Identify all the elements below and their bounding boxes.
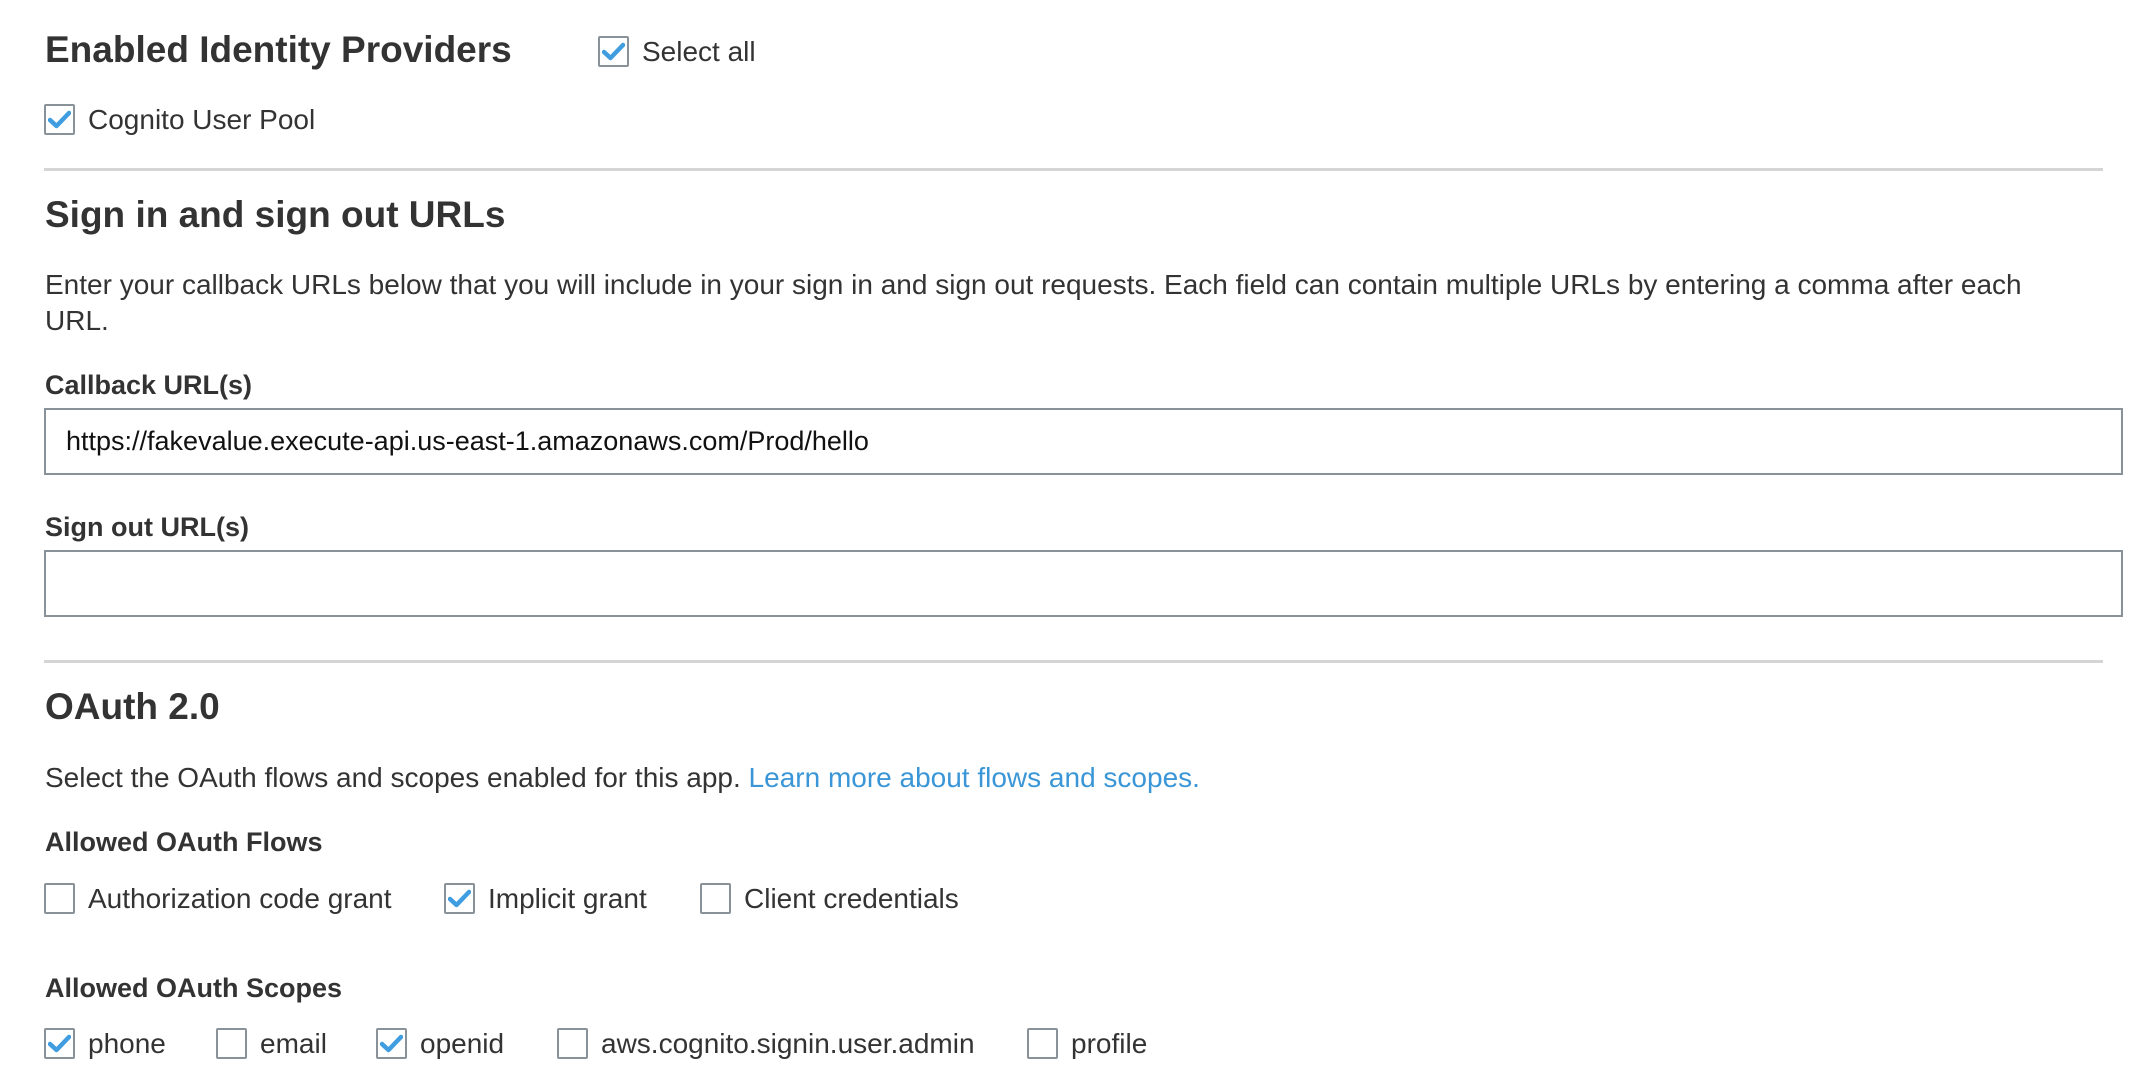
- flow-label: Client credentials: [744, 882, 959, 914]
- flow-checkbox-box[interactable]: [700, 883, 731, 914]
- checkmark-icon: [380, 1034, 403, 1053]
- scope-label: aws.cognito.signin.user.admin: [601, 1027, 975, 1059]
- provider-label: Cognito User Pool: [88, 103, 316, 135]
- oauth-description: Select the OAuth flows and scopes enable…: [45, 760, 1200, 796]
- callback-urls-input[interactable]: [44, 408, 2123, 475]
- section-divider: [44, 168, 2103, 171]
- callback-urls-label: Callback URL(s): [45, 370, 253, 400]
- section-divider: [44, 660, 2103, 663]
- flow-label: Authorization code grant: [88, 882, 392, 914]
- checkmark-icon: [48, 110, 71, 129]
- allowed-scopes-label: Allowed OAuth Scopes: [45, 973, 343, 1003]
- scope-checkbox-profile[interactable]: profile: [1027, 1028, 1147, 1059]
- scope-checkbox-box[interactable]: [1027, 1028, 1058, 1059]
- flow-checkbox-box[interactable]: [44, 883, 75, 914]
- flow-checkbox-implicit-grant[interactable]: Implicit grant: [444, 883, 647, 914]
- learn-more-link[interactable]: Learn more about flows and scopes.: [749, 762, 1200, 793]
- flow-label: Implicit grant: [488, 882, 647, 914]
- scope-checkbox-openid[interactable]: openid: [376, 1028, 504, 1059]
- signout-urls-input[interactable]: [44, 550, 2123, 617]
- scope-checkbox-aws-cognito-signin-user-admin[interactable]: aws.cognito.signin.user.admin: [557, 1028, 975, 1059]
- flow-checkbox-authorization-code-grant[interactable]: Authorization code grant: [44, 883, 392, 914]
- scope-checkbox-box[interactable]: [216, 1028, 247, 1059]
- scope-label: openid: [420, 1027, 505, 1059]
- scope-checkbox-phone[interactable]: phone: [44, 1028, 166, 1059]
- scope-checkbox-box[interactable]: [376, 1028, 407, 1059]
- signout-urls-label: Sign out URL(s): [45, 512, 249, 542]
- select-all-checkbox[interactable]: Select all: [598, 36, 756, 67]
- scope-checkbox-box[interactable]: [44, 1028, 75, 1059]
- flow-checkbox-client-credentials[interactable]: Client credentials: [700, 883, 959, 914]
- allowed-flows-label: Allowed OAuth Flows: [45, 827, 323, 857]
- scope-label: phone: [88, 1027, 166, 1059]
- oauth-heading: OAuth 2.0: [45, 686, 220, 727]
- urls-heading: Sign in and sign out URLs: [45, 194, 506, 235]
- scope-label: profile: [1071, 1027, 1148, 1059]
- urls-description-line2: URL.: [45, 305, 109, 336]
- identity-providers-heading: Enabled Identity Providers: [45, 29, 512, 70]
- provider-checkbox-box[interactable]: [44, 104, 75, 135]
- scope-checkbox-email[interactable]: email: [216, 1028, 327, 1059]
- scope-label: email: [260, 1027, 327, 1059]
- checkmark-icon: [448, 889, 471, 908]
- checkmark-icon: [48, 1034, 71, 1053]
- oauth-description-text: Select the OAuth flows and scopes enable…: [45, 762, 741, 793]
- urls-description-line1: Enter your callback URLs below that you …: [45, 269, 2022, 300]
- checkmark-icon: [602, 42, 625, 61]
- select-all-label: Select all: [642, 35, 756, 67]
- scope-checkbox-box[interactable]: [557, 1028, 588, 1059]
- select-all-checkbox-box[interactable]: [598, 36, 629, 67]
- provider-checkbox-cognito-user-pool[interactable]: Cognito User Pool: [44, 104, 315, 135]
- flow-checkbox-box[interactable]: [444, 883, 475, 914]
